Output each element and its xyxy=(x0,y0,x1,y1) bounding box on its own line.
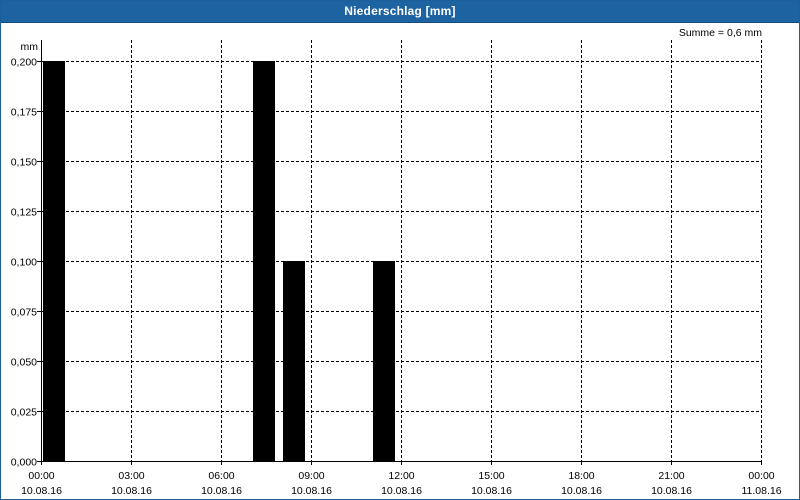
y-tick-label: 0,175 xyxy=(11,107,37,119)
bar xyxy=(43,61,65,461)
x-tick-time-label: 21:00 xyxy=(658,470,684,482)
x-tick-time-label: 00:00 xyxy=(748,470,774,482)
y-tick-label: 0,075 xyxy=(11,307,37,319)
grid-lines xyxy=(41,40,762,461)
bar xyxy=(373,261,395,461)
x-tick-date-label: 10.08.16 xyxy=(201,485,242,497)
y-tick-label: 0,050 xyxy=(11,357,37,369)
bar xyxy=(283,261,305,461)
x-axis-labels: 00:00 10.08.16 03:00 10.08.16 06:00 10.08.16 0… xyxy=(21,470,782,497)
x-tick-date-label: 11.08.16 xyxy=(741,485,781,497)
x-tick-time-label: 00:00 xyxy=(28,470,54,482)
x-tick-time-label: 12:00 xyxy=(388,470,414,482)
x-tick-date-label: 10.08.16 xyxy=(561,485,602,497)
y-axis-unit-label: mm xyxy=(21,41,39,53)
x-tick-date-label: 10.08.16 xyxy=(651,485,692,497)
x-tick-time-label: 09:00 xyxy=(298,470,324,482)
y-axis-labels: 0,200 0,175 0,150 0,125 0,100 0,075 0,050 0,025… xyxy=(11,57,37,469)
y-tick-label: 0,000 xyxy=(11,457,37,469)
bar xyxy=(253,61,275,461)
x-tick-date-label: 10.08.16 xyxy=(111,485,152,497)
x-tick-time-label: 06:00 xyxy=(208,470,234,482)
x-tick-date-label: 10.08.16 xyxy=(381,485,422,497)
y-tick-label: 0,150 xyxy=(11,157,37,169)
y-tick-label: 0,200 xyxy=(11,57,37,69)
x-tick-time-label: 18:00 xyxy=(568,470,594,482)
x-tick-date-label: 10.08.16 xyxy=(471,485,512,497)
y-tick-label: 0,100 xyxy=(11,257,37,269)
x-tick-date-label: 10.08.16 xyxy=(291,485,332,497)
x-tick-time-label: 15:00 xyxy=(478,470,504,482)
x-tick-time-label: 03:00 xyxy=(118,470,144,482)
chart-svg: 0,200 0,175 0,150 0,125 0,100 0,075 0,050 0,025… xyxy=(11,27,782,497)
x-tick-date-label: 10.08.16 xyxy=(21,485,62,497)
y-tick-label: 0,025 xyxy=(11,407,37,419)
y-tick-label: 0,125 xyxy=(11,207,37,219)
axes xyxy=(37,40,762,465)
sum-annotation: Summe = 0,6 mm xyxy=(679,27,762,39)
